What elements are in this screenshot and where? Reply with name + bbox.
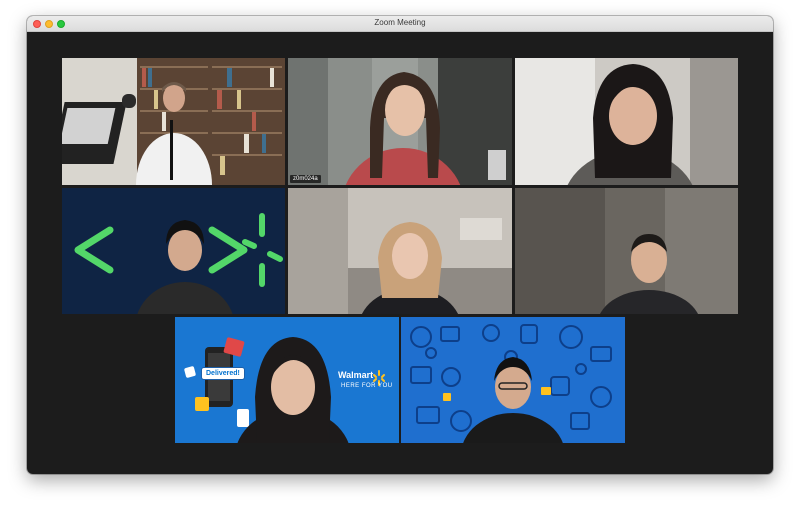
participant-video-tile[interactable] bbox=[401, 317, 625, 443]
participant-video bbox=[515, 58, 738, 185]
participant-video bbox=[288, 188, 512, 314]
title-bar: Zoom Meeting bbox=[27, 16, 773, 32]
participant-video bbox=[62, 188, 285, 314]
window-title: Zoom Meeting bbox=[374, 18, 426, 27]
participant-video-tile[interactable] bbox=[62, 188, 285, 314]
participant-video-tile[interactable] bbox=[62, 58, 285, 185]
participant-video bbox=[62, 58, 285, 185]
participant-name-tag: z0m024a bbox=[290, 175, 321, 183]
zoom-window: Zoom Meeting z0m024a Delivered! Walmart … bbox=[27, 16, 773, 474]
participant-video bbox=[401, 317, 625, 443]
participant-video bbox=[515, 188, 738, 314]
participant-video-tile[interactable]: Delivered! Walmart HERE FOR YOU bbox=[175, 317, 399, 443]
participant-video-tile[interactable] bbox=[515, 58, 738, 185]
participant-video-tile[interactable] bbox=[515, 188, 738, 314]
participant-video-tile[interactable] bbox=[288, 188, 512, 314]
participant-video bbox=[288, 58, 512, 185]
delivered-badge: Delivered! bbox=[201, 367, 245, 380]
participant-video-tile-active[interactable]: z0m024a bbox=[288, 58, 512, 185]
walmart-logo-text: Walmart bbox=[338, 370, 374, 380]
walmart-tagline: HERE FOR YOU bbox=[341, 383, 393, 389]
participant-video bbox=[175, 317, 399, 443]
